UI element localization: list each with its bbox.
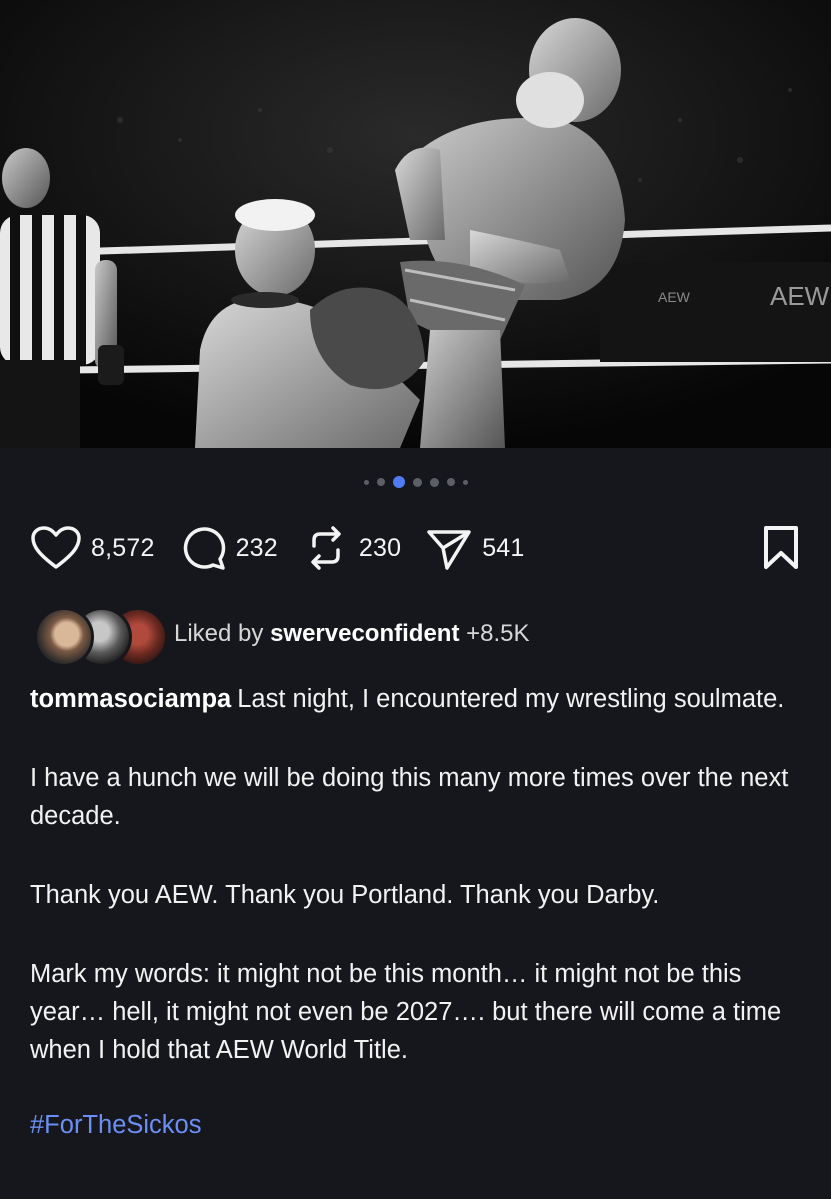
like-button[interactable]: 8,572 — [30, 525, 155, 571]
caption-paragraph: Last night, I encountered my wrestling s… — [237, 685, 785, 713]
liked-by-user[interactable]: swerveconfident — [270, 620, 459, 647]
heart-icon — [31, 526, 81, 569]
post-caption: tommasociampa Last night, I encountered m… — [30, 680, 808, 1185]
wrestling-photo: AEW AEW — [0, 0, 831, 448]
comment-icon — [183, 527, 225, 570]
aew-watermark-right: AEW — [770, 281, 830, 311]
bookmark-button[interactable] — [761, 525, 801, 571]
share-button[interactable]: 541 — [425, 524, 524, 572]
liked-by-prefix: Liked by — [174, 620, 264, 647]
comment-count: 232 — [235, 533, 278, 562]
post-actions: 8,572 232 230 541 — [30, 520, 801, 576]
carousel-dot[interactable] — [376, 478, 385, 486]
carousel-indicator[interactable] — [0, 472, 831, 492]
carousel-dot[interactable] — [363, 479, 369, 485]
liked-by-count: +8.5K — [466, 620, 530, 647]
like-count: 8,572 — [91, 533, 155, 562]
share-count: 541 — [482, 533, 525, 562]
caption-paragraph: Mark my words: it might not be this mont… — [30, 960, 782, 1064]
carousel-dot[interactable] — [462, 479, 468, 485]
caption-username[interactable]: tommasociampa — [30, 685, 231, 713]
share-icon — [427, 530, 471, 570]
caption-paragraph: Thank you AEW. Thank you Portland. Thank… — [30, 881, 660, 909]
avatar — [34, 607, 94, 667]
aew-watermark-left: AEW — [658, 289, 691, 305]
bookmark-icon — [764, 526, 798, 569]
carousel-dot[interactable] — [412, 477, 422, 487]
hashtag-link[interactable]: #ForTheSickos — [30, 1111, 201, 1139]
repost-count: 230 — [358, 533, 402, 562]
liker-avatars — [34, 604, 168, 667]
post-photo[interactable]: AEW AEW — [0, 0, 831, 448]
liked-by-text[interactable]: Liked by swerveconfident +8.5K — [174, 620, 530, 648]
carousel-dot[interactable] — [429, 477, 439, 487]
liked-by-row[interactable]: Liked by swerveconfident +8.5K — [34, 604, 530, 667]
repost-icon — [311, 526, 341, 570]
carousel-dot[interactable] — [446, 478, 455, 486]
repost-button[interactable]: 230 — [302, 524, 401, 572]
comment-button[interactable]: 232 — [179, 524, 278, 572]
caption-paragraph: I have a hunch we will be doing this man… — [30, 764, 789, 830]
carousel-dot-active[interactable] — [392, 476, 405, 488]
